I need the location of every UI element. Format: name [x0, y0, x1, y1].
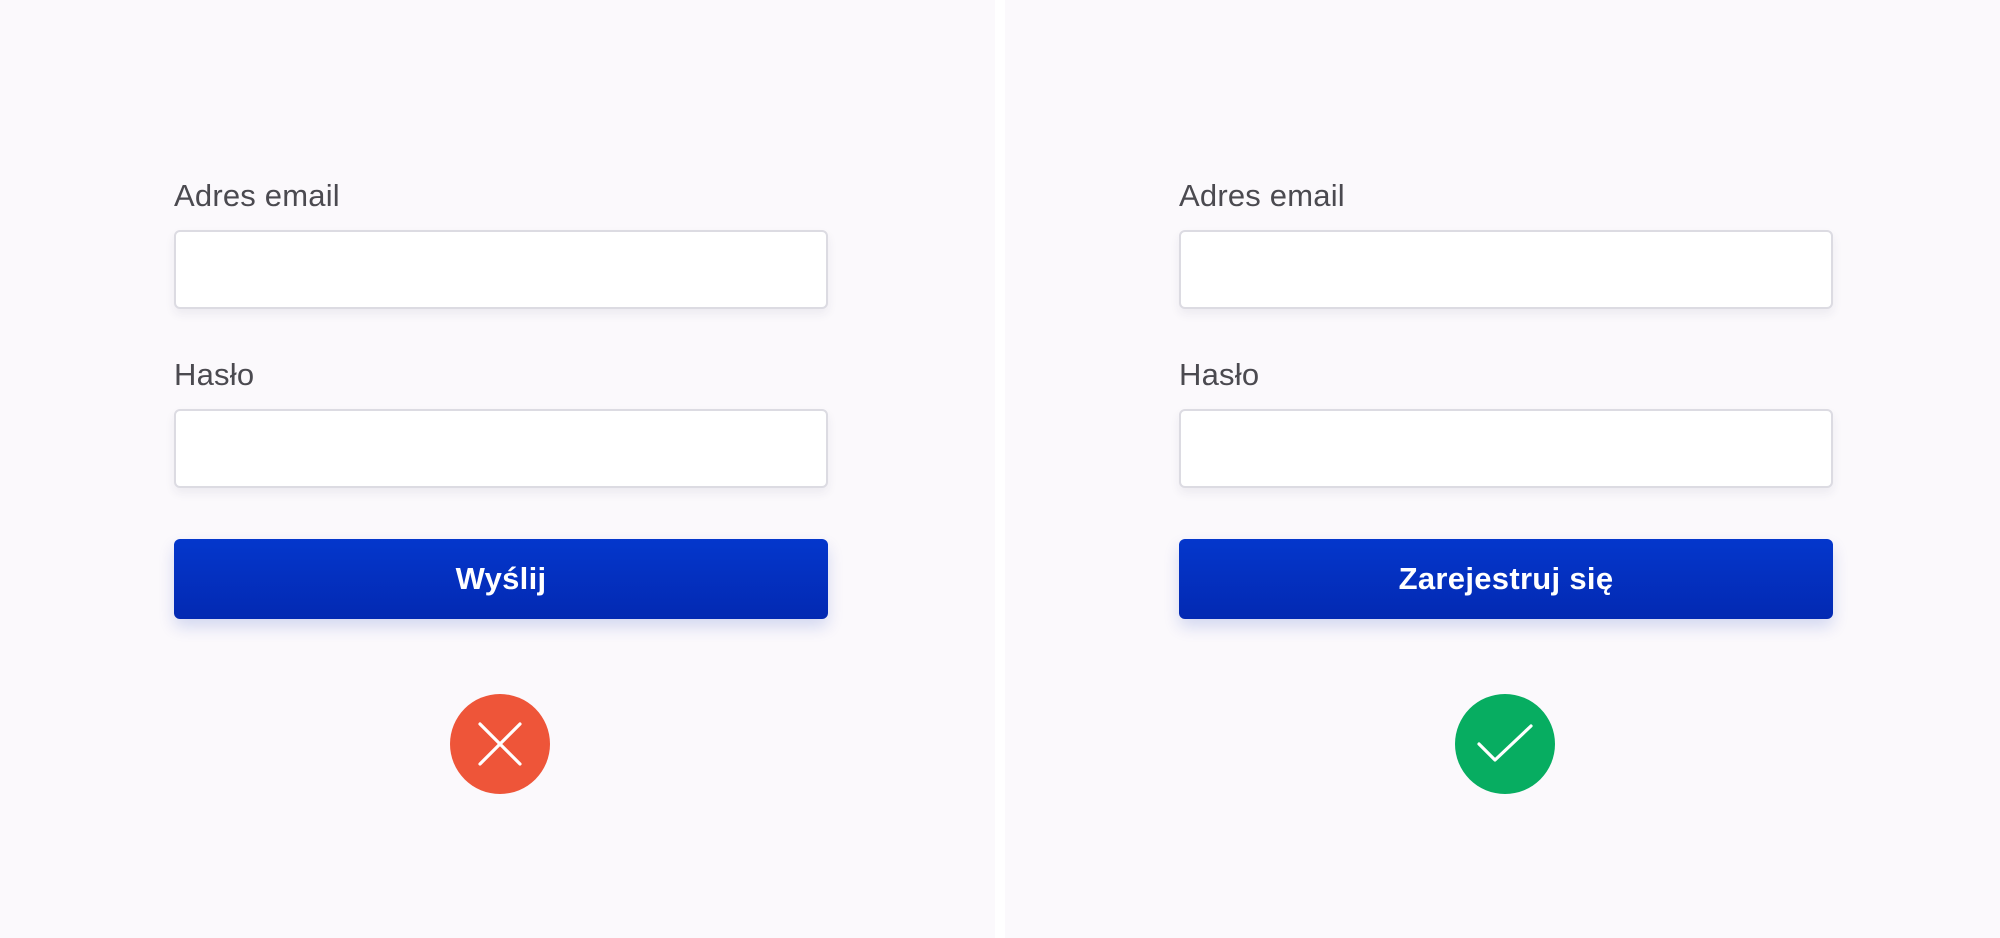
email-label: Adres email — [1179, 178, 1345, 213]
submit-button[interactable]: Wyślij — [174, 539, 828, 619]
email-field[interactable] — [1179, 230, 1833, 309]
signup-form-good: Adres email Hasło Zarejestruj się — [1179, 170, 1833, 619]
success-badge — [1455, 694, 1555, 794]
email-label: Adres email — [174, 178, 340, 213]
email-field[interactable] — [174, 230, 828, 309]
good-example-panel: Adres email Hasło Zarejestruj się — [1005, 0, 2000, 938]
register-button[interactable]: Zarejestruj się — [1179, 539, 1833, 619]
password-field[interactable] — [1179, 409, 1833, 488]
password-label: Hasło — [174, 357, 255, 392]
password-field[interactable] — [174, 409, 828, 488]
comparison-stage: Adres email Hasło Wyślij Adres email Has… — [0, 0, 2000, 938]
error-badge — [450, 694, 550, 794]
signup-form-bad: Adres email Hasło Wyślij — [174, 170, 828, 619]
password-label: Hasło — [1179, 357, 1260, 392]
bad-example-panel: Adres email Hasło Wyślij — [0, 0, 995, 938]
x-icon — [478, 722, 522, 766]
check-icon — [1477, 724, 1533, 762]
